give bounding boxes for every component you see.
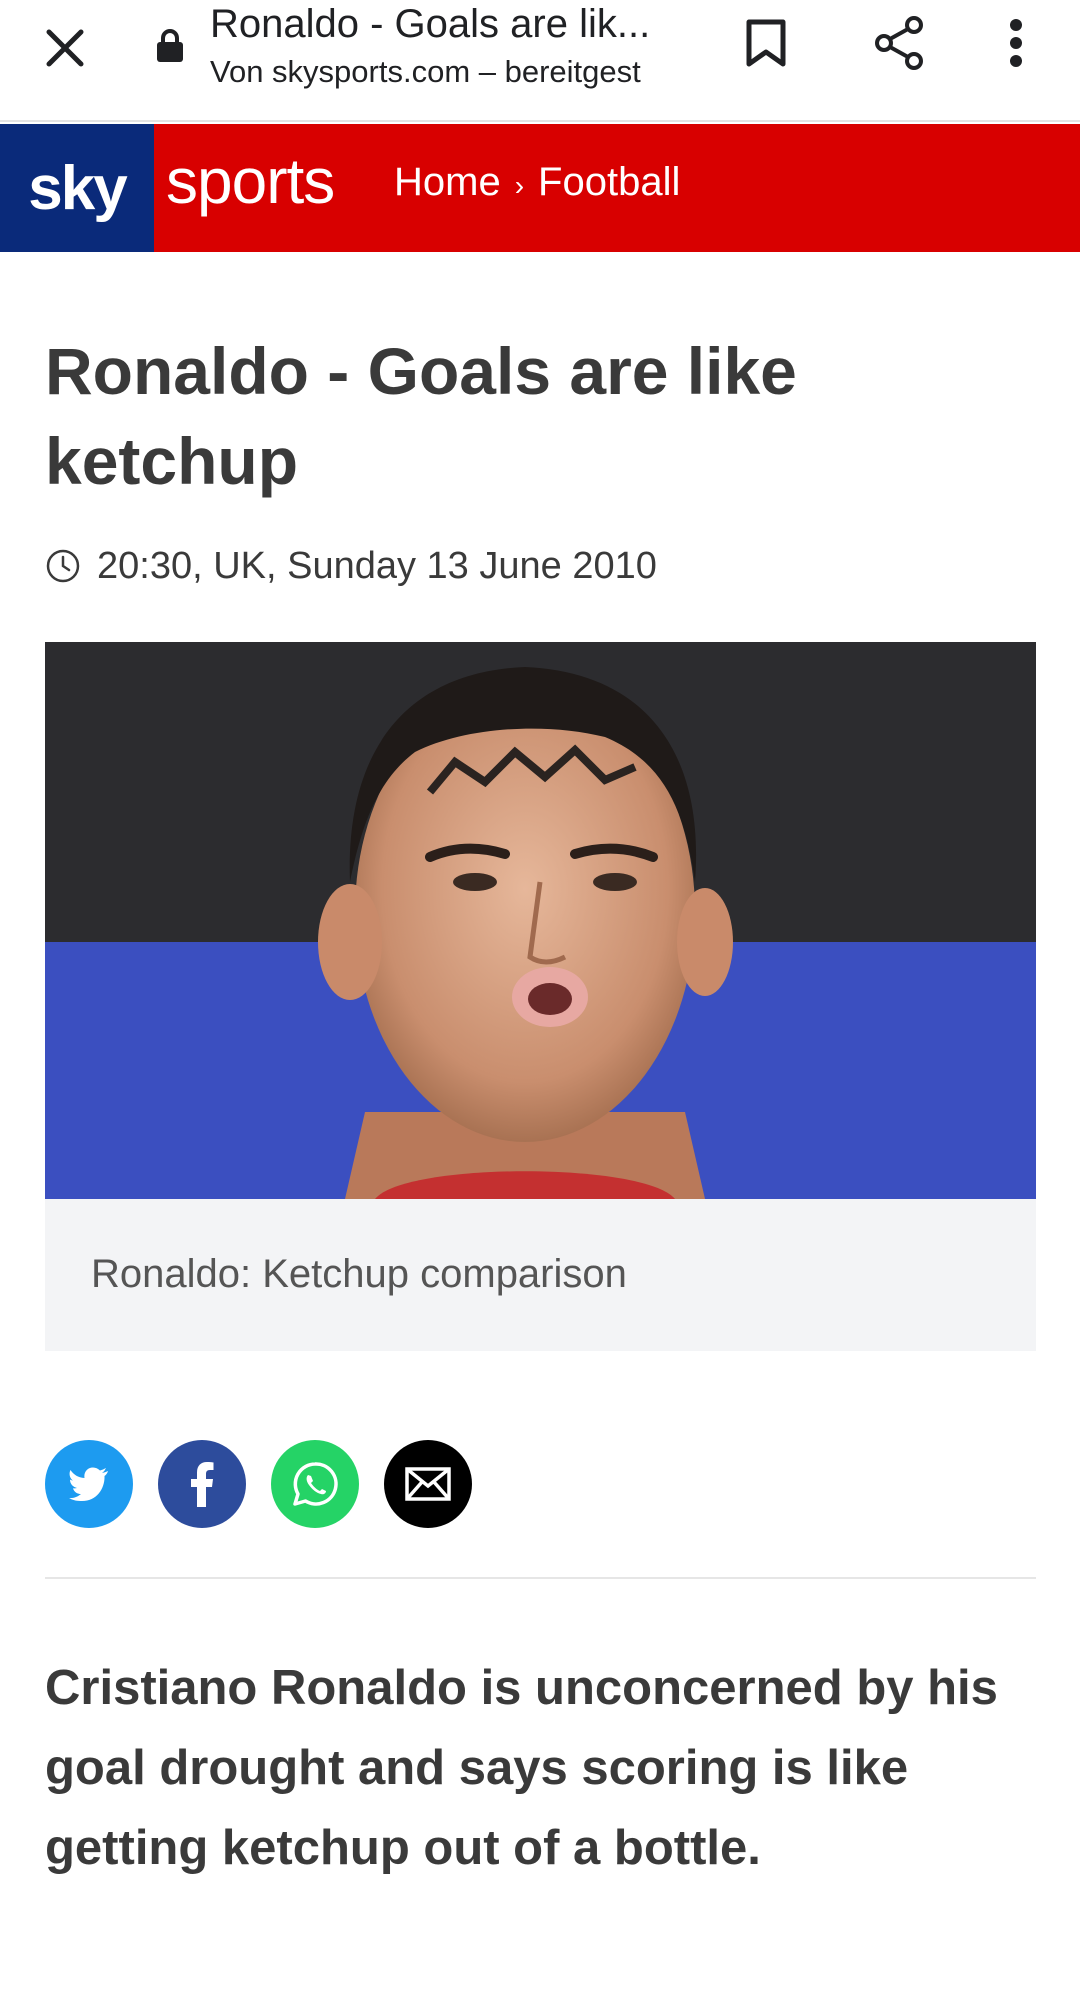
- browser-toolbar: Ronaldo - Goals are lik... Von skysports…: [0, 0, 1080, 122]
- article-timestamp: 20:30, UK, Sunday 13 June 2010: [97, 544, 657, 587]
- share-buttons: [45, 1440, 472, 1528]
- twitter-share-button[interactable]: [45, 1440, 133, 1528]
- breadcrumb-separator: ›: [514, 170, 525, 201]
- article-image[interactable]: [45, 642, 1036, 1199]
- whatsapp-icon: [293, 1462, 338, 1506]
- image-caption: Ronaldo: Ketchup comparison: [91, 1252, 627, 1296]
- email-share-button[interactable]: [384, 1440, 472, 1528]
- clock-icon: [46, 549, 80, 583]
- facebook-share-button[interactable]: [158, 1440, 246, 1528]
- article-lede: Cristiano Ronaldo is unconcerned by his …: [45, 1661, 998, 1875]
- breadcrumb: Home › Football: [394, 154, 680, 214]
- breadcrumb-football[interactable]: Football: [538, 160, 680, 204]
- more-vert-icon[interactable]: [985, 12, 1047, 74]
- page-title: Ronaldo - Goals are lik...: [210, 2, 651, 46]
- close-icon[interactable]: [34, 17, 96, 79]
- whatsapp-share-button[interactable]: [271, 1440, 359, 1528]
- twitter-icon: [69, 1467, 108, 1501]
- article-headline: Ronaldo - Goals are like ketchup: [45, 334, 797, 498]
- player-portrait: [45, 642, 1036, 1199]
- image-caption-box: Ronaldo: Ketchup comparison: [45, 1199, 1036, 1351]
- divider: [45, 1577, 1036, 1579]
- facebook-icon: [191, 1462, 214, 1507]
- sky-logo[interactable]: sky: [0, 124, 154, 252]
- sports-logo-text[interactable]: sports: [166, 138, 335, 224]
- sky-logo-text: sky: [28, 153, 127, 223]
- share-icon[interactable]: [868, 12, 930, 74]
- breadcrumb-home[interactable]: Home: [394, 160, 501, 204]
- bookmark-icon[interactable]: [735, 12, 797, 74]
- lock-icon: [150, 26, 190, 66]
- page-source: Von skysports.com – bereitgest: [210, 54, 641, 89]
- site-header: sky sports Home › Football: [0, 124, 1080, 252]
- article-meta: 20:30, UK, Sunday 13 June 2010: [45, 540, 657, 592]
- email-icon: [405, 1467, 451, 1501]
